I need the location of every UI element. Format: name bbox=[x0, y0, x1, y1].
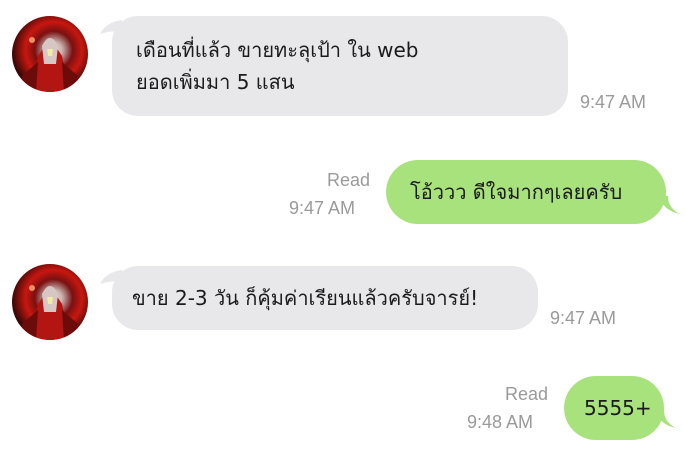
incoming-message-bubble[interactable]: เดือนที่แล้ว ขายทะลุเป้า ใน web ยอดเพิ่ม… bbox=[112, 16, 568, 116]
message-text-line: ขาย 2-3 วัน ก็คุ้มค่าเรียนแล้วครับจารย์! bbox=[132, 286, 479, 310]
message-timestamp: 9:47 AM bbox=[289, 198, 356, 218]
message-timestamp: 9:47 AM bbox=[550, 308, 617, 328]
message-text-line: ยอดเพิ่มมา 5 แสน bbox=[136, 70, 295, 94]
sender-avatar[interactable] bbox=[12, 16, 88, 92]
sender-avatar[interactable] bbox=[12, 264, 88, 340]
read-receipt: Read bbox=[504, 384, 548, 404]
hero-avatar-icon bbox=[20, 37, 80, 92]
outgoing-message-bubble[interactable]: โอ้ววว ดีใจมากๆเลยครับ bbox=[386, 160, 666, 224]
message-text-line: เดือนที่แล้ว ขายทะลุเป้า ใน web bbox=[136, 38, 419, 62]
message-timestamp: 9:47 AM bbox=[580, 92, 647, 112]
outgoing-bubble-tail bbox=[660, 196, 680, 214]
incoming-message-bubble[interactable]: ขาย 2-3 วัน ก็คุ้มค่าเรียนแล้วครับจารย์! bbox=[112, 266, 538, 330]
hero-avatar-icon bbox=[20, 285, 80, 340]
outgoing-bubble-tail bbox=[656, 410, 676, 428]
outgoing-message-bubble[interactable]: 5555+ bbox=[564, 376, 664, 440]
read-receipt: Read bbox=[326, 170, 370, 190]
message-text-line: โอ้ววว ดีใจมากๆเลยครับ bbox=[410, 180, 623, 204]
message-timestamp: 9:48 AM bbox=[467, 412, 534, 432]
message-text-line: 5555+ bbox=[584, 396, 652, 420]
